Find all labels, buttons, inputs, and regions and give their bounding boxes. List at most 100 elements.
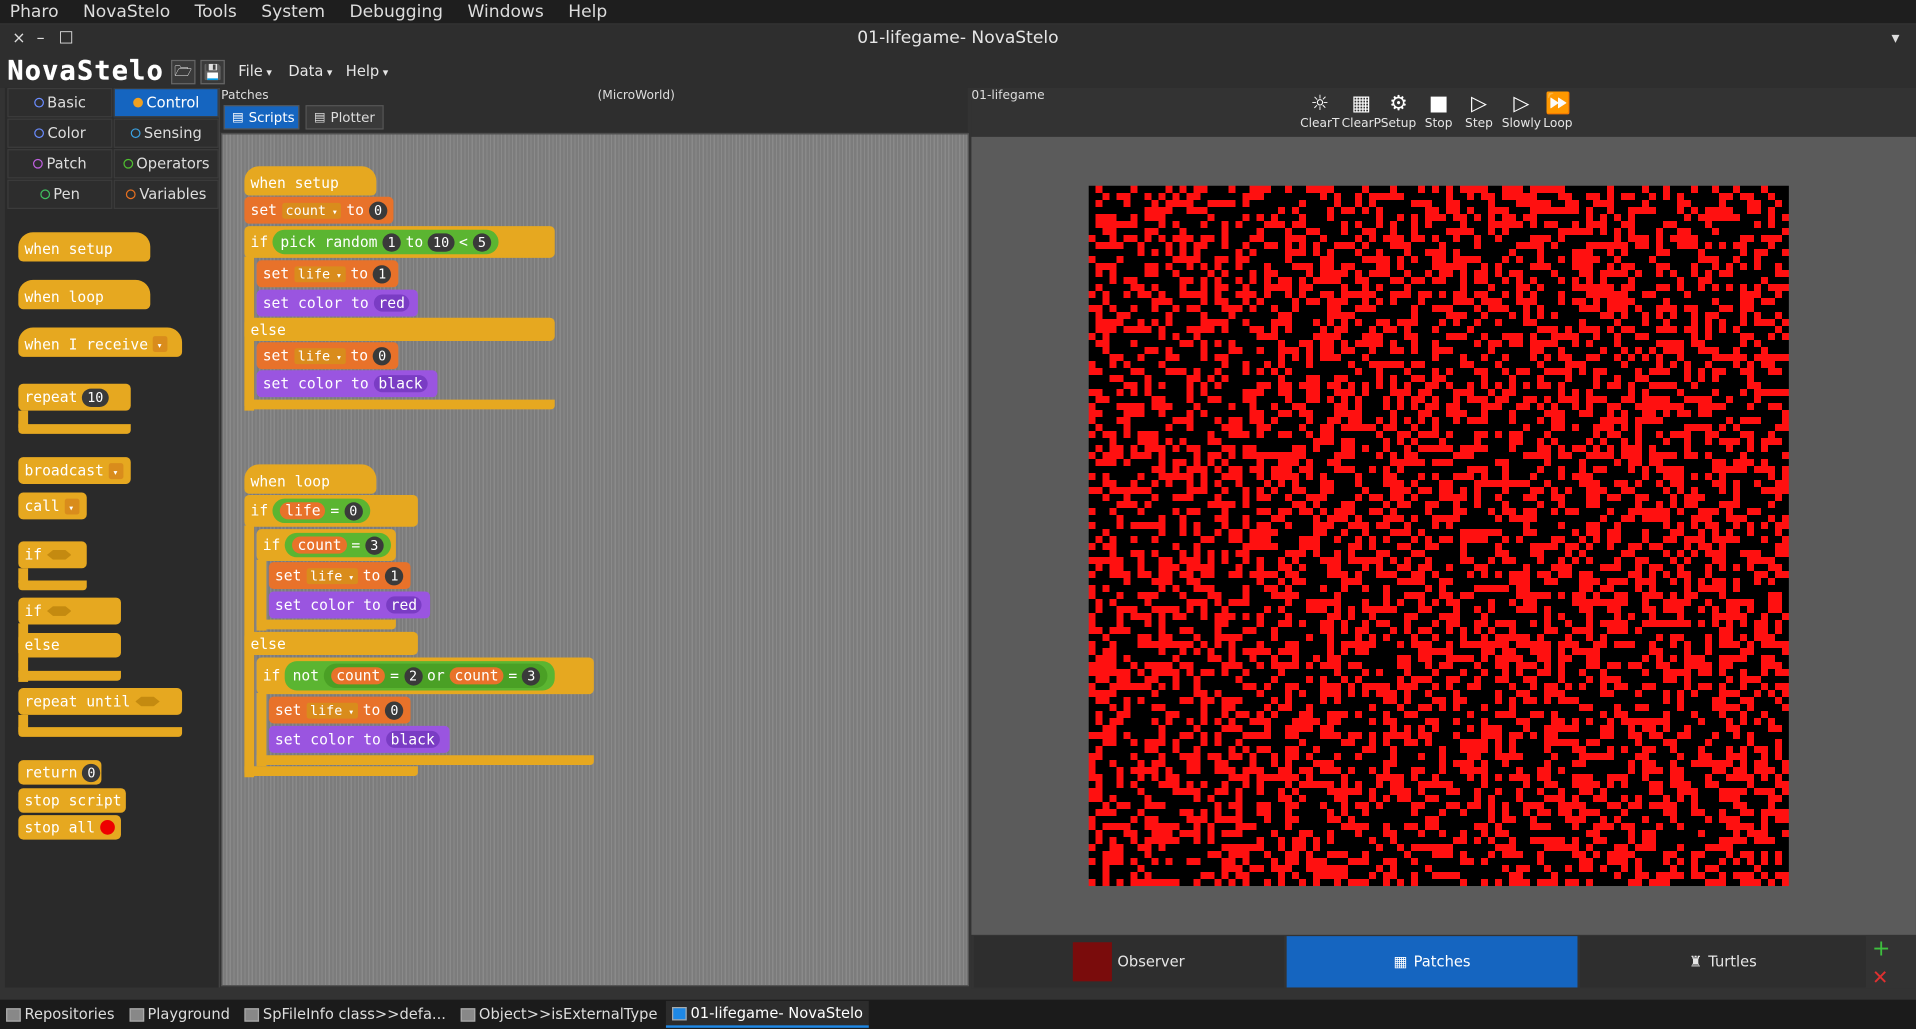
set-color-red-block[interactable]: set color to red xyxy=(256,289,418,317)
category-control[interactable]: Control xyxy=(113,87,219,118)
if-pick-random-block[interactable]: if pick random 1 to 10 <5 xyxy=(244,226,555,258)
window-icon xyxy=(672,1006,687,1020)
project-name: 01-lifegame xyxy=(971,89,1045,103)
call-dropdown[interactable] xyxy=(64,498,80,514)
palette-when-setup-block[interactable]: when setup xyxy=(18,232,151,262)
menu-help[interactable]: Help xyxy=(556,2,619,22)
menu-debugging[interactable]: Debugging xyxy=(337,2,455,22)
set-color-black-block-2[interactable]: set color to black xyxy=(268,725,450,753)
step-icon: ▷ xyxy=(1470,91,1487,117)
if-count-three-block[interactable]: if count = 3 xyxy=(256,529,396,561)
category-sensing[interactable]: Sensing xyxy=(113,118,219,148)
cleart-button[interactable]: ☼ ClearT xyxy=(1300,90,1339,131)
if-life-zero-block[interactable]: if life = 0 xyxy=(244,494,418,527)
set-count-block[interactable]: setcountto0 xyxy=(244,196,394,224)
tab-scripts[interactable]: ▤ Scripts xyxy=(223,105,300,130)
menu-tools[interactable]: Tools xyxy=(182,2,249,22)
setup-button[interactable]: ⚙ Setup xyxy=(1381,90,1417,131)
palette-repeat-until-block[interactable]: repeat until xyxy=(18,688,183,715)
repeat-until-slot[interactable] xyxy=(135,696,160,707)
basic-dot-icon xyxy=(33,97,44,108)
palette-if-else-block[interactable]: if xyxy=(18,597,121,625)
set-life-0-block-2[interactable]: setlifeto0 xyxy=(268,696,411,724)
window-collapse-button[interactable]: ▾ xyxy=(1892,29,1900,47)
set-life-1-block-2[interactable]: setlifeto1 xyxy=(268,562,411,590)
menu-pharo[interactable]: Pharo xyxy=(0,2,71,22)
if-condition-slot[interactable] xyxy=(46,549,72,560)
bug-icon: ☼ xyxy=(1310,91,1330,117)
if-not-count-block[interactable]: if not count = 2 or count = 3 xyxy=(256,657,594,695)
task-lifegame[interactable]: 01-lifegame- NovaStelo xyxy=(666,1000,870,1028)
palette-when-loop-block[interactable]: when loop xyxy=(18,279,151,310)
menu-novastelo[interactable]: NovaStelo xyxy=(71,2,183,22)
open-button[interactable]: 🗁 xyxy=(171,59,196,85)
set-color-black-block[interactable]: set color to black xyxy=(256,370,438,398)
palette-stop-all-block[interactable]: stop all xyxy=(18,815,121,840)
menu-windows[interactable]: Windows xyxy=(455,2,556,22)
palette-if-block[interactable]: if xyxy=(18,541,87,569)
data-menu[interactable]: Data xyxy=(288,62,332,79)
loop-button[interactable]: ⏩ Loop xyxy=(1543,90,1572,131)
help-menu[interactable]: Help xyxy=(346,62,388,79)
palette-return-block[interactable]: return 0 xyxy=(18,760,102,785)
window-minimize-button[interactable]: – xyxy=(37,29,45,47)
receive-dropdown[interactable] xyxy=(152,336,168,352)
task-object-isexternaltype[interactable]: Object>>isExternalType xyxy=(454,1001,663,1028)
repeat-bottom xyxy=(18,424,131,434)
clearp-button[interactable]: ▦ ClearP xyxy=(1342,90,1381,131)
not-or-operator[interactable]: not count = 2 or count = 3 xyxy=(285,661,556,691)
script-when-loop-hat[interactable]: when loop xyxy=(244,464,377,494)
file-menu[interactable]: File xyxy=(238,62,272,79)
task-playground[interactable]: Playground xyxy=(123,1001,236,1028)
or-operator[interactable]: count = 2 or count = 3 xyxy=(323,663,548,689)
grid-icon: ▦ xyxy=(1351,91,1372,117)
save-button[interactable]: 💾 xyxy=(200,59,225,85)
palette-stop-script-block[interactable]: stop script xyxy=(18,788,126,813)
tab-turtles[interactable]: ♜ Turtles xyxy=(1579,936,1866,988)
count-equals-three[interactable]: count = 3 xyxy=(285,532,391,558)
category-basic[interactable]: Basic xyxy=(7,87,113,118)
tab-plotter[interactable]: ▤ Plotter xyxy=(305,105,384,130)
patch-dot-icon xyxy=(33,158,43,169)
slowly-button[interactable]: ▷ Slowly xyxy=(1502,90,1541,131)
palette-broadcast-block[interactable]: broadcast xyxy=(18,457,131,484)
category-variables[interactable]: Variables xyxy=(113,179,219,209)
category-patch[interactable]: Patch xyxy=(7,149,113,179)
remove-turtle-button[interactable]: ✕ xyxy=(1872,965,1888,988)
floppy-icon: 💾 xyxy=(203,63,222,81)
palette-repeat-block[interactable]: repeat 10 xyxy=(18,383,131,411)
less-than-operator[interactable]: pick random 1 to 10 <5 xyxy=(273,229,499,255)
task-spfileinfo[interactable]: SpFileInfo class>>defa... xyxy=(238,1001,452,1028)
loop-icon: ⏩ xyxy=(1544,91,1571,117)
set-life-0-block[interactable]: setlifeto0 xyxy=(256,342,399,370)
category-operators[interactable]: Operators xyxy=(113,149,219,179)
control-dot-icon xyxy=(132,97,143,108)
menu-system[interactable]: System xyxy=(249,2,337,22)
window-icon xyxy=(460,1007,476,1022)
task-repositories[interactable]: Repositories xyxy=(0,1001,121,1028)
palette-when-receive-block[interactable]: when I receive xyxy=(18,327,183,357)
tab-observer[interactable]: Observer xyxy=(973,936,1285,988)
not-if-bottom xyxy=(256,755,594,766)
tab-patches[interactable]: ▦ Patches xyxy=(1286,936,1578,988)
life-equals-zero[interactable]: life = 0 xyxy=(273,498,370,524)
stop-icon: ■ xyxy=(1428,91,1449,117)
repeat-until-bottom xyxy=(18,727,183,737)
category-color[interactable]: Color xyxy=(7,118,113,148)
set-life-1-block[interactable]: setlifeto1 xyxy=(256,260,399,288)
set-color-red-block-2[interactable]: set color to red xyxy=(268,591,431,619)
patch-world-grid[interactable] xyxy=(1088,185,1789,887)
script-when-setup-hat[interactable]: when setup xyxy=(244,166,377,196)
gear-icon: ⚙ xyxy=(1389,91,1408,117)
if-else-condition-slot[interactable] xyxy=(46,606,72,616)
stop-button[interactable]: ■ Stop xyxy=(1425,90,1453,131)
step-button[interactable]: ▷ Step xyxy=(1465,90,1493,131)
window-maximize-button[interactable]: □ xyxy=(59,28,74,46)
add-turtle-button[interactable]: + xyxy=(1872,936,1890,962)
palette-call-block[interactable]: call xyxy=(18,492,87,520)
palette-else-label: else xyxy=(18,633,121,658)
category-pen[interactable]: Pen xyxy=(7,179,113,209)
turtle-icon: ♜ xyxy=(1688,953,1703,971)
window-close-button[interactable]: × xyxy=(12,29,25,47)
broadcast-dropdown[interactable] xyxy=(108,462,124,479)
